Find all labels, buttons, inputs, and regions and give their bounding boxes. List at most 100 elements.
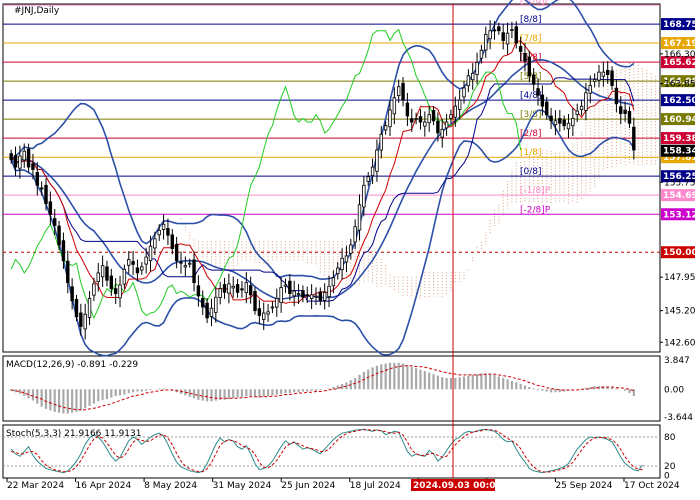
candle-body [344,255,349,263]
macd-tick-label: 3.847 [664,356,690,366]
stoch-title: Stoch(5,3,3) 21.9166 11.9131 [6,429,141,439]
candle-body [253,290,257,312]
candle-body [336,267,340,275]
candle-body [57,225,61,246]
price-badge-label: 154.69 [663,191,698,201]
price-badge-label: 160.94 [663,115,698,125]
date-tick-label: 16 Apr 2024 [76,481,132,491]
price-tick-label: 147.95 [664,273,696,283]
candle-body [118,284,122,299]
candle-body [418,116,423,123]
candle-body [592,79,597,82]
price-badge: 154.69 [661,189,698,202]
candle-body [579,105,584,111]
candle-body [222,284,227,293]
candle-body [444,121,449,129]
price-badge: 160.94 [661,113,698,126]
candle-body [9,153,13,161]
candle-body [279,287,283,304]
candle-body [96,272,100,283]
candle-body [601,71,606,77]
candle-body [74,298,79,318]
murrey-level-label: [-2/8]P [520,205,551,215]
candle-body [35,172,40,186]
candle-body [475,62,479,76]
candle-body [161,223,166,230]
candle-body [471,72,475,81]
candle-body [122,268,127,285]
candle-body [466,75,471,87]
candle-body [153,238,157,249]
candle-body [492,29,497,32]
date-tick-label: 22 Mar 2024 [7,481,64,491]
price-badge: 159.38 [661,132,698,145]
price-badge-label: 162.50 [663,96,698,106]
candle-body [440,128,444,138]
candle-body [518,46,523,52]
price-badge: 150.00 [661,246,698,259]
candle-body [396,86,401,97]
candle-body [144,256,148,265]
candle-body [436,120,440,134]
candle-body [187,262,192,265]
candle-body [401,82,405,101]
candle-body [53,218,57,226]
candle-body [558,118,562,124]
candle-body [305,294,309,297]
cursor-date-label: 2024.09.03 00:00 [413,481,502,491]
price-badge: 153.12 [661,208,698,221]
candle-body [113,288,118,294]
candle-body [414,117,418,120]
candle-body [632,126,636,151]
candle-body [514,26,518,44]
candle-body [566,122,571,130]
candle-body [449,114,453,119]
candle-body [527,56,532,77]
candle-body [457,99,462,110]
candle-body [157,229,161,236]
candle-body [623,109,627,114]
candle-body [505,32,510,45]
candle-body [127,259,131,266]
candle-body [318,291,323,302]
current-price-label: 158.34 [663,147,698,157]
murrey-level-label: [0/8] [520,167,542,177]
murrey-level-label: [1/8] [520,148,542,158]
candle-body [235,284,240,293]
candle-body [83,313,87,330]
candle-body [100,265,105,278]
price-tick-label: 166.30 [664,50,696,60]
candle-body [427,114,431,124]
candle-body [479,49,484,59]
murrey-level-label: [-1/8]P [520,0,551,6]
candle-body [140,266,144,271]
candle-body [383,125,388,131]
candle-body [571,117,575,127]
candle-body [619,106,623,114]
murrey-level-label: [-1/8]P [520,186,551,196]
candle-body [462,87,466,98]
price-badge-label: 167.19 [663,39,698,49]
candle-body [288,280,292,294]
candle-body [488,30,492,40]
candle-body [266,311,270,315]
price-tick-label: 155.75 [664,178,696,188]
macd-tick-label: 0.00 [664,385,684,395]
candle [253,287,257,315]
price-badge-label: 159.38 [663,134,698,144]
candle-body [214,296,218,313]
candle-body [275,298,279,308]
candle-body [575,110,579,116]
candle-body [262,312,266,320]
candle-body [349,244,353,254]
candle-body [183,265,188,268]
candle-body [605,69,610,75]
stoch-tick-label: 20 [664,462,676,472]
candle-body [105,266,109,281]
candle-body [309,294,314,299]
date-tick-label: 25 Jun 2024 [281,481,335,491]
price-badge-label: 153.12 [663,210,698,220]
candle-body [410,118,414,123]
date-tick-label: 17 Oct 2024 [624,481,680,491]
candle-body [283,284,288,287]
